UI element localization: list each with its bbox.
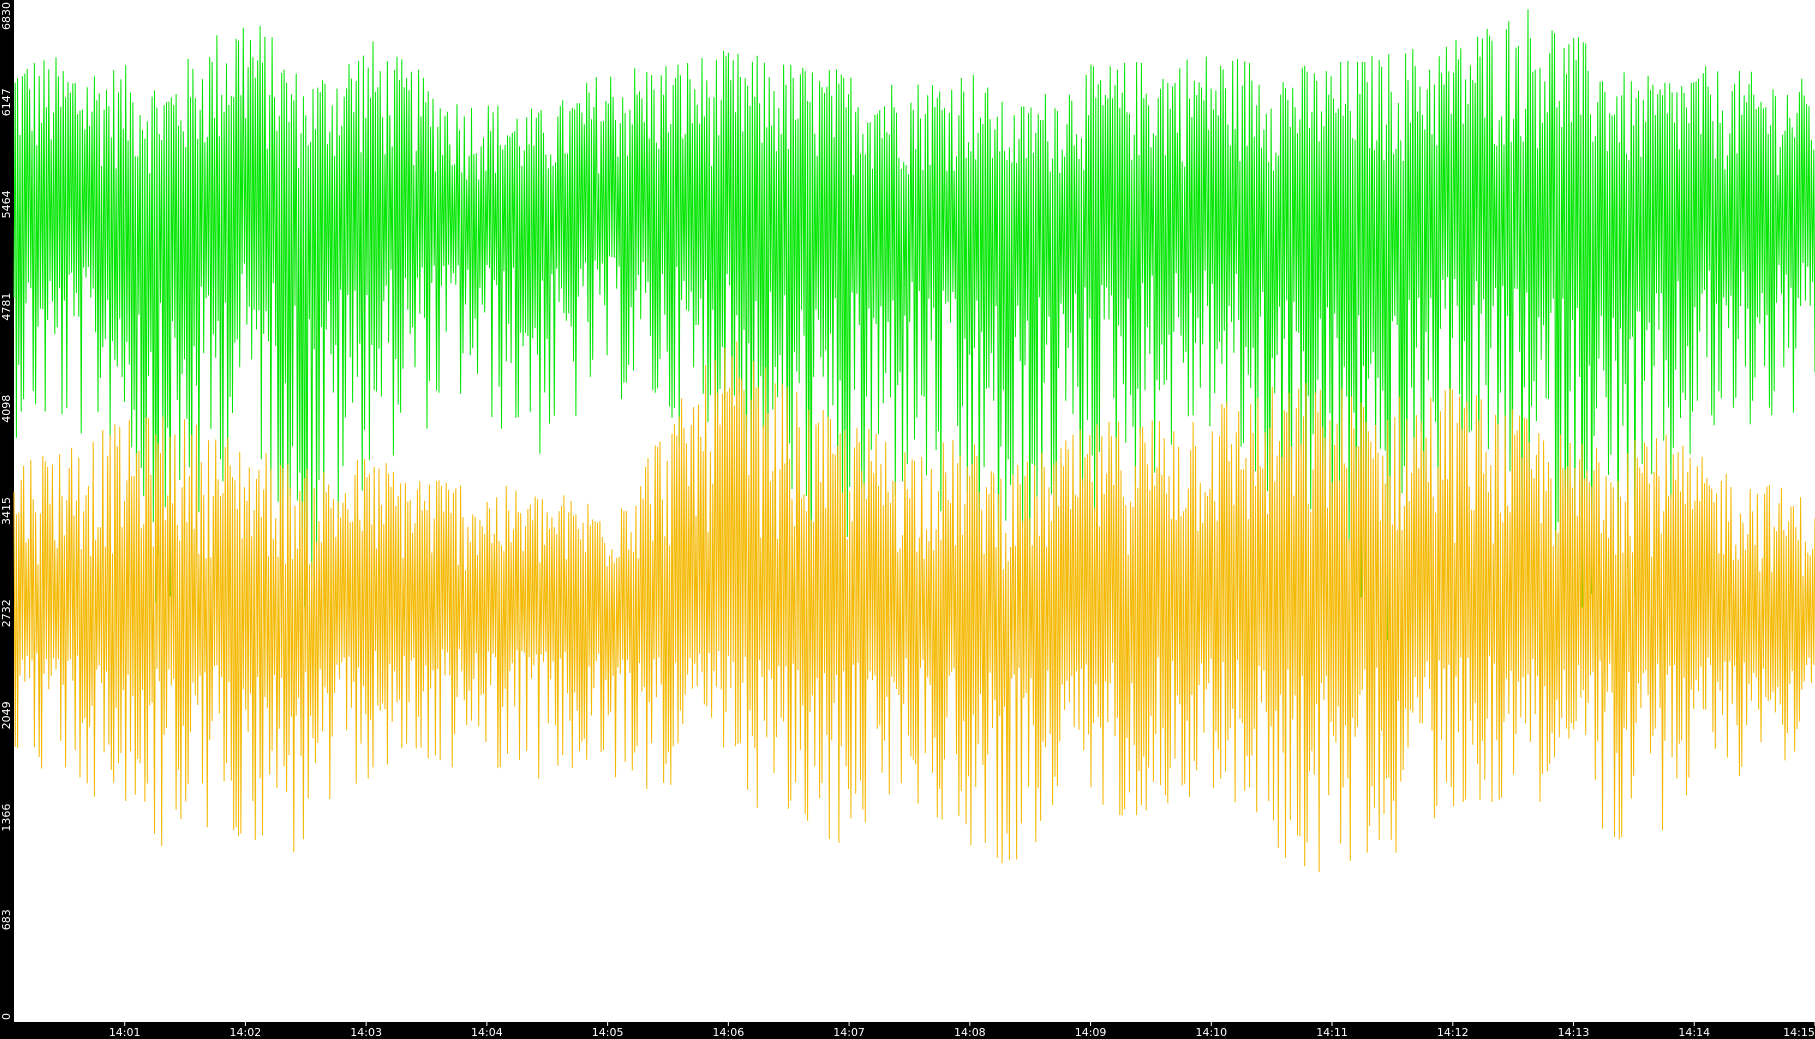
x-tick-label: 14:08 <box>954 1026 986 1039</box>
timeseries-chart: 0 683 1366 2049 2732 3415 4098 4781 5464 6147 6830… <box>0 0 1815 1039</box>
y-tick-label: 4098 <box>0 395 13 423</box>
x-tick-label: 14:15 <box>1783 1026 1815 1039</box>
x-tick-label: 14:12 <box>1437 1026 1469 1039</box>
y-axis: 0 683 1366 2049 2732 3415 4098 4781 5464 6147 6830 <box>0 2 13 1020</box>
y-tick-label: 1366 <box>0 804 13 832</box>
x-tick-label: 14:03 <box>350 1026 382 1039</box>
y-tick-label: 683 <box>0 909 13 930</box>
y-tick-label: 6830 <box>0 2 13 30</box>
x-tick-label: 14:02 <box>230 1026 262 1039</box>
y-tick-label: 4781 <box>0 293 13 321</box>
x-tick-label: 14:07 <box>833 1026 865 1039</box>
x-tick-label: 14:11 <box>1316 1026 1348 1039</box>
x-tick-label: 14:06 <box>713 1026 745 1039</box>
x-tick-label: 14:01 <box>109 1026 141 1039</box>
x-tick-label: 14:04 <box>471 1026 503 1039</box>
x-tick-label: 14:05 <box>592 1026 624 1039</box>
y-tick-label: 5464 <box>0 190 13 218</box>
x-tick-label: 14:09 <box>1075 1026 1107 1039</box>
y-tick-label: 6147 <box>0 88 13 116</box>
x-tick-label: 14:13 <box>1558 1026 1590 1039</box>
x-tick-label: 14:10 <box>1195 1026 1227 1039</box>
y-tick-label: 2732 <box>0 599 13 627</box>
chart-svg: 0 683 1366 2049 2732 3415 4098 4781 5464 6147 6830… <box>0 0 1815 1039</box>
y-tick-label: 3415 <box>0 497 13 525</box>
x-tick-label: 14:14 <box>1678 1026 1710 1039</box>
y-tick-label: 0 <box>0 1013 13 1020</box>
y-tick-label: 2049 <box>0 701 13 729</box>
x-axis: 14:01 14:02 14:03 14:04 14:05 14:06 14:07 14:08… <box>109 1022 1815 1039</box>
